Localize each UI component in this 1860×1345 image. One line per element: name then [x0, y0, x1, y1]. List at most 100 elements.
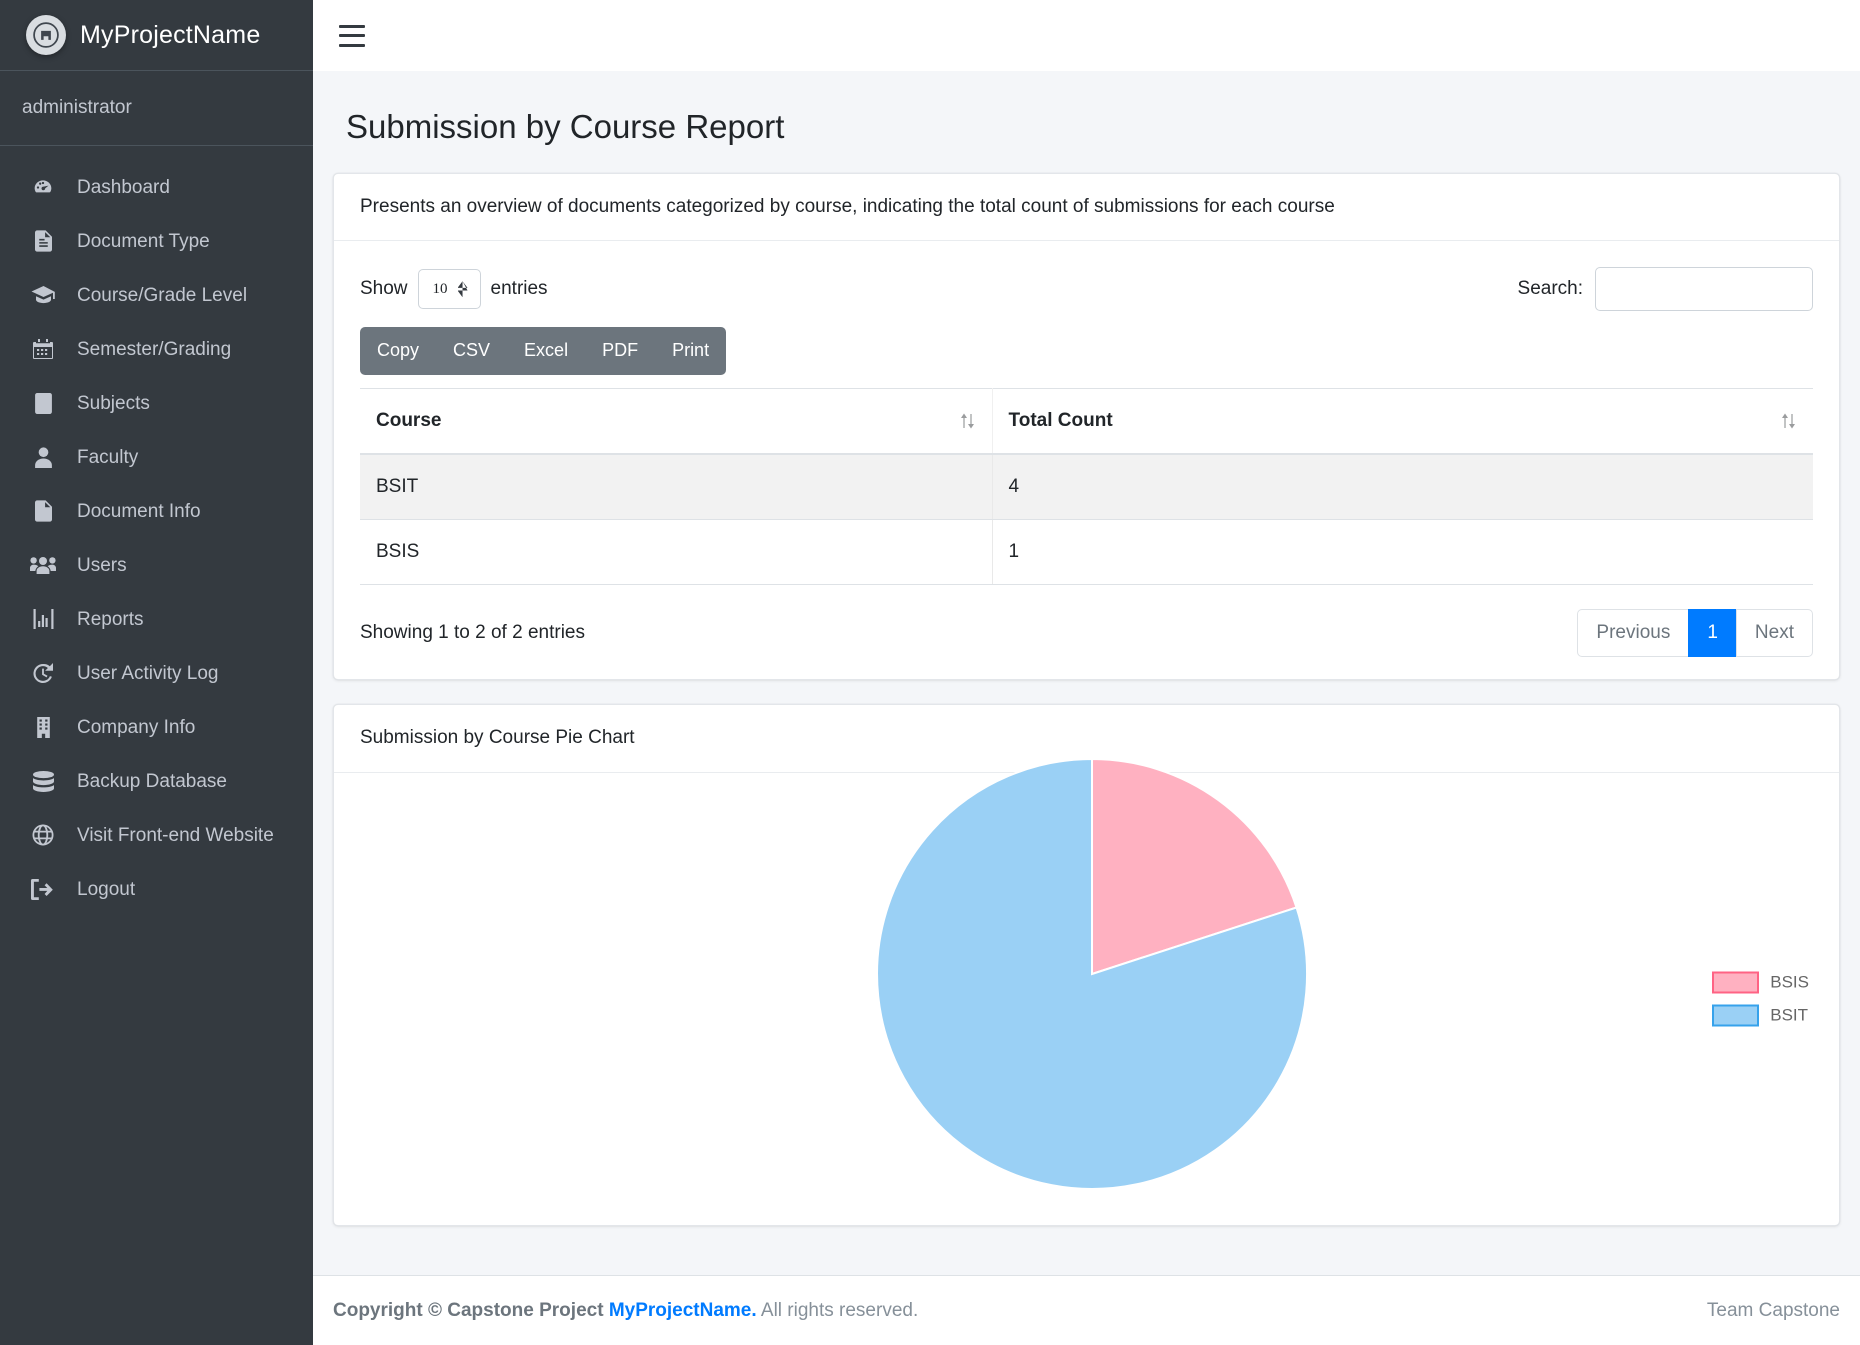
excel-button[interactable]: Excel	[507, 327, 585, 374]
sidebar-item-faculty[interactable]: Faculty	[0, 430, 313, 484]
pie-chart-legend: BSIS BSIT	[1712, 971, 1809, 1026]
sidebar-item-course-grade-level[interactable]: Course/Grade Level	[0, 268, 313, 322]
footer-copyright-prefix: Copyright © Capstone Project	[333, 1300, 604, 1321]
sort-icon	[1781, 412, 1797, 430]
search-label: Search:	[1518, 278, 1583, 300]
sidebar-item-document-info[interactable]: Document Info	[0, 484, 313, 538]
sidebar-item-logout[interactable]: Logout	[0, 862, 313, 916]
sidebar-item-dashboard[interactable]: Dashboard	[0, 160, 313, 214]
sidebar-item-subjects[interactable]: Subjects	[0, 376, 313, 430]
topbar	[313, 0, 1860, 71]
sidebar-item-label: Document Type	[77, 232, 210, 251]
book-icon	[30, 391, 56, 415]
sidebar-item-label: Course/Grade Level	[77, 286, 247, 305]
sort-icon	[960, 412, 976, 430]
hexagon-a-logo-icon	[26, 15, 66, 55]
user-icon	[30, 445, 56, 469]
datatable-footer: Showing 1 to 2 of 2 entries Previous 1 N…	[360, 585, 1813, 658]
table-header-row: Course Total Count	[360, 388, 1813, 454]
hamburger-menu-icon[interactable]	[339, 25, 365, 47]
sidebar-item-user-activity-log[interactable]: User Activity Log	[0, 646, 313, 700]
legend-item-bsit[interactable]: BSIT	[1712, 1004, 1809, 1026]
sidebar-item-label: Dashboard	[77, 178, 170, 197]
sidebar-item-label: Users	[77, 556, 127, 575]
report-description: Presents an overview of documents catego…	[334, 174, 1839, 242]
entries-label: entries	[491, 278, 548, 300]
sidebar-item-label: Reports	[77, 610, 144, 629]
page-length-select-wrap: 10	[418, 269, 481, 309]
file-icon	[30, 499, 56, 523]
pagination: Previous 1 Next	[1577, 609, 1813, 658]
footer-copyright-suffix: All rights reserved.	[761, 1300, 918, 1321]
sidebar-item-document-type[interactable]: Document Type	[0, 214, 313, 268]
pagination-next-button[interactable]: Next	[1736, 609, 1813, 658]
sidebar-item-users[interactable]: Users	[0, 538, 313, 592]
table-row[interactable]: BSIS 1	[360, 519, 1813, 584]
globe-icon	[30, 823, 56, 847]
print-button[interactable]: Print	[655, 327, 726, 374]
main-area: Submission by Course Report Presents an …	[313, 0, 1860, 1345]
sidebar-item-label: Document Info	[77, 502, 201, 521]
report-card: Presents an overview of documents catego…	[333, 173, 1840, 681]
chart-bar-icon	[30, 607, 56, 631]
content-area: Submission by Course Report Presents an …	[313, 71, 1860, 1275]
column-header-label: Course	[376, 410, 441, 431]
sidebar-item-label: User Activity Log	[77, 664, 219, 683]
pie-chart-card: Submission by Course Pie Chart BSIS	[333, 704, 1840, 1226]
sidebar-item-semester-grading[interactable]: Semester/Grading	[0, 322, 313, 376]
sidebar-item-backup-database[interactable]: Backup Database	[0, 754, 313, 808]
pagination-page-1-button[interactable]: 1	[1688, 609, 1737, 658]
column-header-total-count[interactable]: Total Count	[992, 388, 1813, 454]
sidebar-item-label: Company Info	[77, 718, 195, 737]
brand-header[interactable]: MyProjectName	[0, 0, 313, 71]
pie-chart-svg	[842, 749, 1342, 1199]
graduation-cap-icon	[30, 283, 56, 307]
show-label: Show	[360, 278, 408, 300]
building-icon	[30, 715, 56, 739]
sidebar-item-label: Visit Front-end Website	[77, 826, 274, 845]
search-input[interactable]	[1595, 267, 1813, 311]
users-group-icon	[30, 553, 56, 577]
table-head: Course Total Count	[360, 388, 1813, 454]
user-name: administrator	[22, 97, 132, 119]
submission-table: Course Total Count	[360, 388, 1813, 585]
sidebar-item-visit-front-end-website[interactable]: Visit Front-end Website	[0, 808, 313, 862]
cell-total-count: 1	[992, 519, 1813, 584]
sign-out-icon	[30, 877, 56, 901]
pagination-previous-button[interactable]: Previous	[1577, 609, 1689, 658]
footer-copyright: Copyright © Capstone Project MyProjectNa…	[333, 1300, 918, 1322]
cell-total-count: 4	[992, 454, 1813, 520]
user-panel[interactable]: administrator	[0, 71, 313, 146]
pdf-button[interactable]: PDF	[585, 327, 655, 374]
sidebar-item-label: Logout	[77, 880, 135, 899]
sidebar: MyProjectName administrator Dashboard Do…	[0, 0, 313, 1345]
brand-name: MyProjectName	[80, 21, 260, 50]
sidebar-item-company-info[interactable]: Company Info	[0, 700, 313, 754]
sidebar-item-reports[interactable]: Reports	[0, 592, 313, 646]
legend-swatch-bsis	[1712, 971, 1759, 993]
report-card-body: Show 10 entries Search: Copy	[334, 241, 1839, 679]
calendar-icon	[30, 337, 56, 361]
page-footer: Copyright © Capstone Project MyProjectNa…	[313, 1275, 1860, 1345]
pie-chart-canvas[interactable]	[842, 749, 1342, 1249]
clock-rotate-left-icon	[30, 661, 56, 685]
sidebar-item-label: Subjects	[77, 394, 150, 413]
legend-label: BSIT	[1770, 1005, 1808, 1025]
page-length-select[interactable]: 10	[418, 269, 481, 309]
pie-chart-area: BSIS BSIT	[334, 773, 1839, 1225]
search-control: Search:	[1518, 267, 1813, 311]
cell-course: BSIT	[360, 454, 992, 520]
copy-button[interactable]: Copy	[360, 327, 436, 374]
column-header-course[interactable]: Course	[360, 388, 992, 454]
table-info: Showing 1 to 2 of 2 entries	[360, 622, 585, 644]
sidebar-item-label: Faculty	[77, 448, 138, 467]
legend-item-bsis[interactable]: BSIS	[1712, 971, 1809, 993]
csv-button[interactable]: CSV	[436, 327, 507, 374]
tachometer-dashboard-icon	[30, 175, 56, 199]
datatable-controls: Show 10 entries Search:	[360, 263, 1813, 311]
entries-length-control: Show 10 entries	[360, 269, 548, 309]
footer-brand-link[interactable]: MyProjectName.	[609, 1300, 757, 1321]
table-row[interactable]: BSIT 4	[360, 454, 1813, 520]
page-title: Submission by Course Report	[332, 71, 1841, 173]
sidebar-nav: Dashboard Document Type Course/Grade Lev…	[0, 146, 313, 916]
